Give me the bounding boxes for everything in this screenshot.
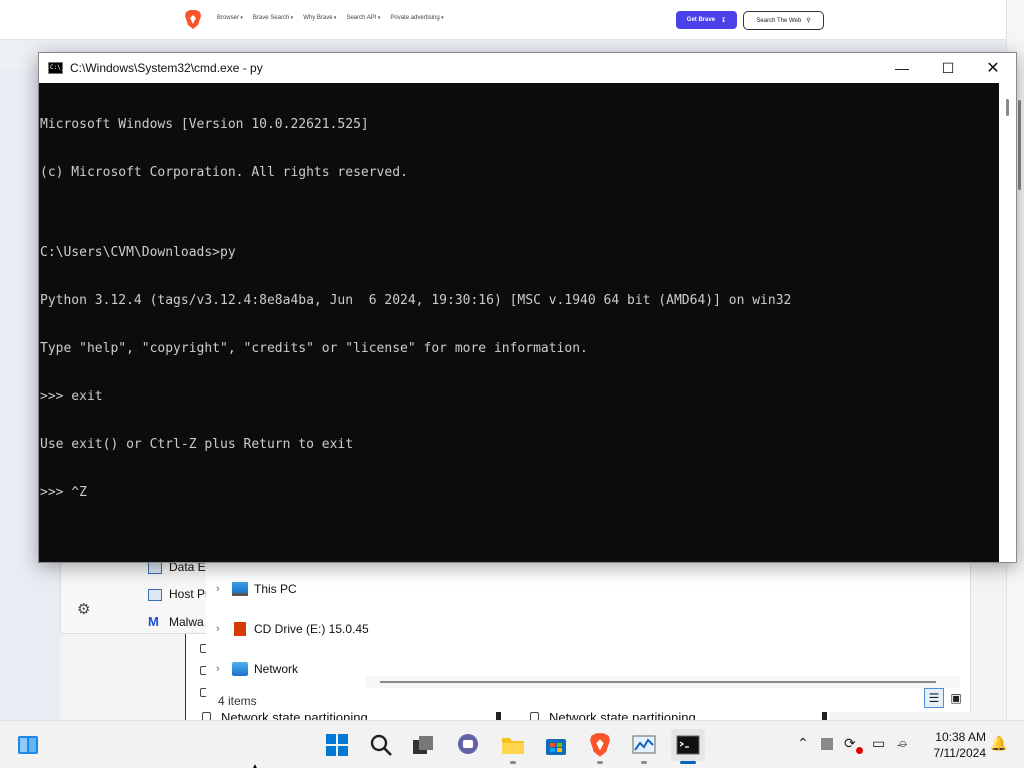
- console-line: Python 3.12.4 (tags/v3.12.4:8e8a4ba, Jun…: [40, 293, 792, 308]
- network-tray-icon[interactable]: ⌮: [897, 735, 907, 752]
- get-brave-label: Get Brave: [686, 17, 716, 23]
- item-count: 4 items: [218, 694, 257, 708]
- data-execution-icon: [148, 562, 162, 574]
- monitor-icon: [232, 582, 248, 596]
- tray-app-icon[interactable]: [821, 738, 833, 750]
- console-line: >>> exit: [40, 389, 103, 404]
- running-indicator: [510, 761, 516, 764]
- nav-search-api[interactable]: Search API: [346, 15, 380, 21]
- cmd-scrollbar-thumb[interactable]: [1006, 99, 1009, 116]
- terminal-icon: [676, 735, 700, 755]
- cmd-console-output[interactable]: Microsoft Windows [Version 10.0.22621.52…: [39, 83, 999, 562]
- task-view-button[interactable]: [406, 729, 440, 761]
- clock-time: 10:38 AM: [935, 730, 986, 744]
- sync-icon[interactable]: ⟳: [844, 735, 856, 752]
- error-badge: [856, 747, 863, 754]
- nav-item-host-process[interactable]: Host Pr: [169, 587, 207, 601]
- running-indicator: [641, 761, 647, 764]
- download-icon: ↧: [721, 17, 727, 24]
- chat-button[interactable]: [451, 729, 485, 761]
- tree-item-label: CD Drive (E:) 15.0.45: [254, 622, 369, 636]
- close-button[interactable]: ✕: [970, 53, 1016, 83]
- file-explorer-button[interactable]: [496, 729, 530, 764]
- brave-browser-button[interactable]: [583, 729, 617, 764]
- system-clock[interactable]: 10:38 AM 7/11/2024: [926, 729, 987, 761]
- details-view-button[interactable]: ☰: [924, 688, 944, 708]
- brave-icon: [590, 733, 610, 757]
- running-indicator: [597, 761, 603, 764]
- tree-item-network[interactable]: › Network: [216, 662, 298, 676]
- site-nav: Browser Brave Search Why Brave Search AP…: [217, 15, 444, 21]
- notification-bell-icon[interactable]: 🔔: [990, 735, 1007, 752]
- nav-why-brave[interactable]: Why Brave: [303, 15, 336, 21]
- nav-brave-search[interactable]: Brave Search: [253, 15, 293, 21]
- explorer-nav-pane: Data Ex Host Pr M Malwa ⚙: [60, 560, 207, 634]
- malwarebytes-icon: M: [148, 614, 159, 629]
- cmd-window[interactable]: C:\_ C:\Windows\System32\cmd.exe - py — …: [38, 52, 1017, 563]
- chevron-right-icon[interactable]: ›: [216, 583, 226, 595]
- microsoft-store-icon: [546, 739, 566, 755]
- file-explorer-icon: [502, 738, 524, 754]
- taskbar-search-button[interactable]: [364, 729, 398, 761]
- minimize-button[interactable]: —: [879, 53, 925, 83]
- chevron-up-icon[interactable]: ⌃: [797, 735, 809, 752]
- task-view-icon: [413, 736, 433, 754]
- tiles-view-button[interactable]: ▣: [946, 688, 966, 708]
- explorer-content: › This PC › CD Drive (E:) 15.0.45 › Netw…: [206, 562, 971, 712]
- widgets-icon: [18, 736, 38, 754]
- chevron-right-icon[interactable]: ›: [216, 623, 226, 635]
- start-icon: [326, 734, 348, 756]
- performance-monitor-icon: [632, 735, 656, 754]
- performance-monitor-button[interactable]: [627, 729, 661, 764]
- taskbar: ⌃ ⟳ ▭ ⌮ 10:38 AM 7/11/2024 🔔: [0, 720, 1024, 768]
- console-line: (c) Microsoft Corporation. All rights re…: [40, 165, 408, 180]
- tree-item-this-pc[interactable]: › This PC: [216, 582, 297, 596]
- maximize-icon: ☐: [941, 59, 955, 76]
- console-line: C:\Users\CVM\Downloads>py: [40, 245, 236, 260]
- host-process-icon: [148, 589, 162, 601]
- terminal-button[interactable]: [671, 729, 705, 764]
- cmd-titlebar[interactable]: C:\_ C:\Windows\System32\cmd.exe - py — …: [39, 53, 1016, 83]
- cmd-window-title: C:\Windows\System32\cmd.exe - py: [70, 61, 263, 75]
- widgets-button[interactable]: [11, 729, 45, 761]
- details-view-icon: ☰: [928, 691, 940, 705]
- microsoft-store-button[interactable]: [539, 729, 573, 761]
- active-indicator: [680, 761, 696, 764]
- brave-website-header: Browser Brave Search Why Brave Search AP…: [0, 0, 1006, 40]
- chevron-right-icon[interactable]: ›: [216, 663, 226, 675]
- tree-item-label: Network: [254, 662, 299, 676]
- cmd-scrollbar[interactable]: [999, 83, 1016, 562]
- mouse-cursor-icon: ▲: [250, 762, 260, 768]
- nav-private-advertising[interactable]: Private advertising: [390, 15, 443, 21]
- network-icon: [232, 662, 248, 676]
- nav-browser[interactable]: Browser: [217, 15, 243, 21]
- maximize-button[interactable]: ☐: [925, 53, 971, 83]
- search-the-web-button[interactable]: Search The Web ⚲: [743, 11, 824, 30]
- console-line: Use exit() or Ctrl-Z plus Return to exit: [40, 437, 354, 452]
- console-line: >>> ^Z: [40, 485, 87, 500]
- minimize-icon: —: [895, 60, 909, 76]
- search-icon: ⚲: [806, 18, 811, 24]
- close-icon: ✕: [986, 60, 1000, 77]
- start-button[interactable]: [320, 729, 354, 761]
- console-line: Microsoft Windows [Version 10.0.22621.52…: [40, 117, 369, 132]
- display-icon[interactable]: ▭: [872, 735, 885, 752]
- explorer-scrollbar-thumb[interactable]: [380, 681, 936, 683]
- office-disc-icon: [234, 622, 246, 636]
- explorer-horizontal-scrollbar[interactable]: [366, 676, 960, 688]
- get-brave-button[interactable]: Get Brave ↧: [676, 11, 737, 29]
- browser-scrollbar-thumb[interactable]: [1018, 100, 1021, 190]
- tree-item-cd-drive[interactable]: › CD Drive (E:) 15.0.45: [216, 622, 369, 636]
- search-the-web-label: Search The Web: [756, 17, 802, 24]
- tree-item-label: This PC: [254, 582, 297, 596]
- chat-icon: [458, 734, 478, 754]
- brave-logo-icon[interactable]: [184, 9, 202, 30]
- gear-icon[interactable]: ⚙: [77, 600, 90, 618]
- tiles-view-icon: ▣: [950, 691, 962, 705]
- search-icon: [370, 734, 392, 756]
- nav-item-malwarebytes[interactable]: Malwa: [169, 615, 207, 629]
- clock-date: 7/11/2024: [933, 746, 987, 760]
- console-line: Type "help", "copyright", "credits" or "…: [40, 341, 588, 356]
- cmd-app-icon: C:\_: [48, 62, 64, 74]
